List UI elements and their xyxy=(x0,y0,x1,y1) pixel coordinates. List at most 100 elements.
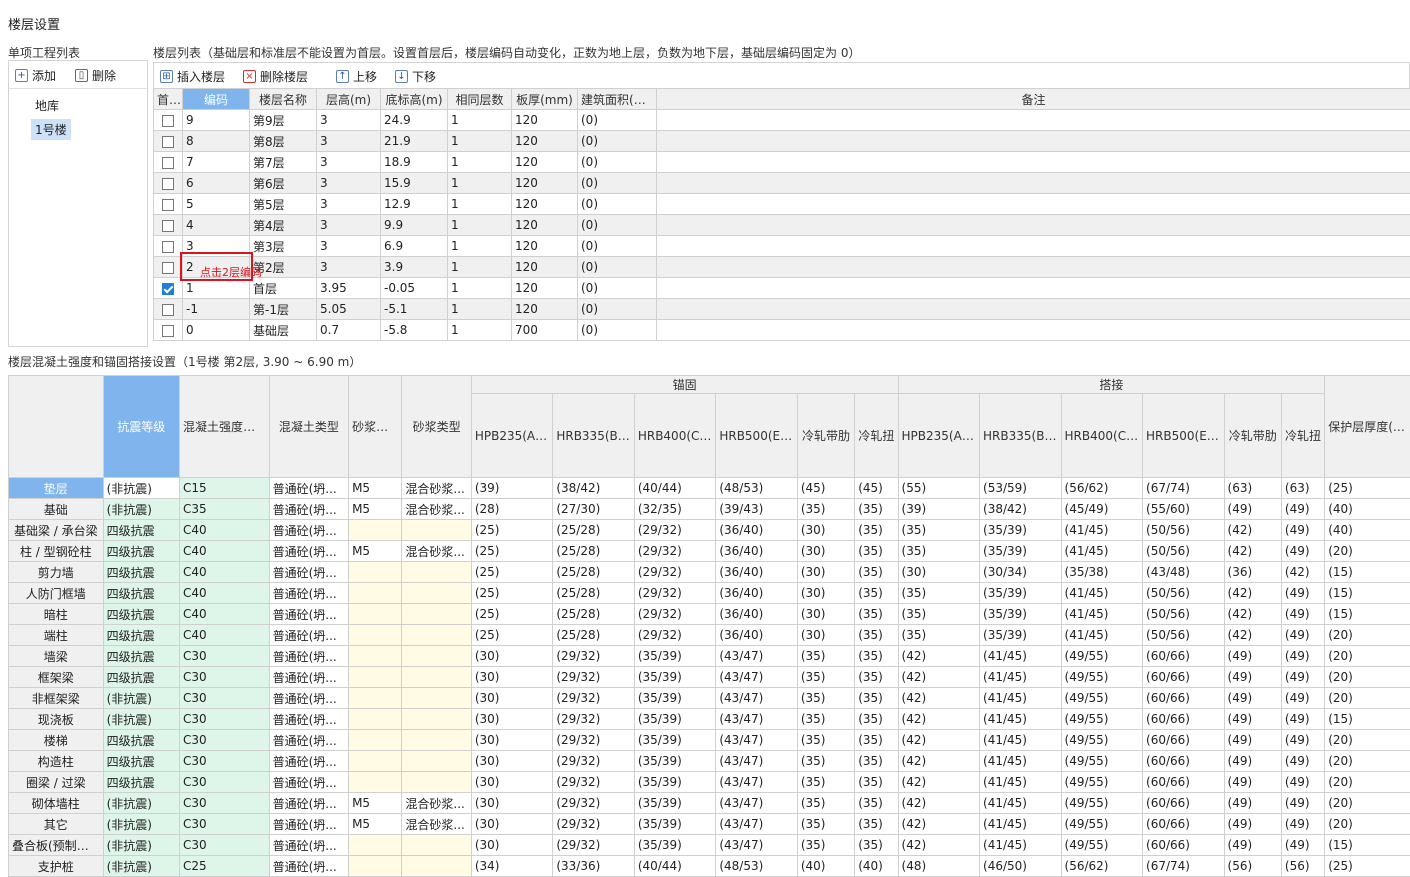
first-floor-checkbox[interactable] xyxy=(162,304,174,316)
col-height[interactable]: 层高(m) xyxy=(317,89,381,110)
lap-cell[interactable]: (49) xyxy=(1224,772,1281,793)
concrete-grade-cell[interactable]: C30 xyxy=(180,772,270,793)
mortar-type-cell[interactable] xyxy=(402,583,471,604)
lap-cell[interactable]: (56) xyxy=(1281,856,1324,877)
lap-cell[interactable]: (49/55) xyxy=(1061,793,1143,814)
lap-cell[interactable]: (49) xyxy=(1281,751,1324,772)
anchor-cell[interactable]: (35/39) xyxy=(634,814,716,835)
lap-cell[interactable]: (49/55) xyxy=(1061,709,1143,730)
seismic-cell[interactable]: 四级抗震 xyxy=(103,646,179,667)
same-count-cell[interactable]: 1 xyxy=(448,152,512,173)
anchor-cell[interactable]: (30) xyxy=(471,814,553,835)
lap-cell[interactable]: (49) xyxy=(1281,793,1324,814)
concrete-type-cell[interactable]: 普通砼(坍... xyxy=(269,751,348,772)
area-cell[interactable]: (0) xyxy=(578,173,657,194)
bottom-elev-cell[interactable]: -0.05 xyxy=(381,278,448,299)
area-cell[interactable]: (0) xyxy=(578,194,657,215)
move-up-button[interactable]: ↑ 上移 xyxy=(336,68,377,85)
mortar-grade-cell[interactable] xyxy=(349,730,402,751)
concrete-type-cell[interactable]: 普通砼(坍... xyxy=(269,562,348,583)
concrete-row[interactable]: 支护桩(非抗震)C25普通砼(坍...(34)(33/36)(40/44)(48… xyxy=(9,856,1410,877)
lap-cell[interactable]: (39) xyxy=(898,499,980,520)
concrete-type-cell[interactable]: 普通砼(坍... xyxy=(269,583,348,604)
height-cell[interactable]: 3 xyxy=(317,110,381,131)
slab-thickness-cell[interactable]: 120 xyxy=(512,152,578,173)
lap-cell[interactable]: (49) xyxy=(1224,793,1281,814)
anchor-cell[interactable]: (35) xyxy=(797,793,854,814)
anchor-cell[interactable]: (35/39) xyxy=(634,730,716,751)
lap-cell[interactable]: (35) xyxy=(898,625,980,646)
lap-cell[interactable]: (50/56) xyxy=(1143,541,1225,562)
lap-cell[interactable]: (49) xyxy=(1224,835,1281,856)
first-floor-checkbox[interactable] xyxy=(162,178,174,190)
bottom-elev-cell[interactable]: 15.9 xyxy=(381,173,448,194)
area-cell[interactable]: (0) xyxy=(578,215,657,236)
lap-cell[interactable]: (35/39) xyxy=(980,541,1062,562)
anchor-cell[interactable]: (35) xyxy=(797,835,854,856)
floor-row[interactable]: 5第5层312.91120(0) xyxy=(154,194,1410,215)
lap-cell[interactable]: (38/42) xyxy=(980,499,1062,520)
lap-cell[interactable]: (49) xyxy=(1281,520,1324,541)
lap-cell[interactable]: (49/55) xyxy=(1061,814,1143,835)
anchor-cell[interactable]: (35) xyxy=(855,772,898,793)
lap-cell[interactable]: (60/66) xyxy=(1143,793,1225,814)
anchor-cell[interactable]: (36/40) xyxy=(716,541,798,562)
area-cell[interactable]: (0) xyxy=(578,236,657,257)
anchor-cell[interactable]: (36/40) xyxy=(716,562,798,583)
lap-cell[interactable]: (49) xyxy=(1224,667,1281,688)
add-project-button[interactable]: + 添加 xyxy=(15,67,56,84)
concrete-type-cell[interactable]: 普通砼(坍... xyxy=(269,730,348,751)
cover-cell[interactable]: (15) xyxy=(1325,604,1410,625)
slab-thickness-cell[interactable]: 120 xyxy=(512,110,578,131)
lap-cell[interactable]: (49) xyxy=(1281,499,1324,520)
cover-cell[interactable]: (20) xyxy=(1325,541,1410,562)
lap-cell[interactable]: (49/55) xyxy=(1061,688,1143,709)
anchor-cell[interactable]: (35/39) xyxy=(634,751,716,772)
anchor-cell[interactable]: (35) xyxy=(855,583,898,604)
anchor-cell[interactable]: (35) xyxy=(855,562,898,583)
anchor-cell[interactable]: (35) xyxy=(855,646,898,667)
anchor-cell[interactable]: (27/30) xyxy=(553,499,635,520)
anchor-cell[interactable]: (30) xyxy=(797,541,854,562)
slab-thickness-cell[interactable]: 120 xyxy=(512,194,578,215)
lap-cell[interactable]: (49) xyxy=(1224,751,1281,772)
anchor-cell[interactable]: (29/32) xyxy=(634,583,716,604)
mortar-grade-cell[interactable] xyxy=(349,604,402,625)
lap-cell[interactable]: (49) xyxy=(1281,541,1324,562)
concrete-row[interactable]: 圈梁 / 过梁四级抗震C30普通砼(坍...(30)(29/32)(35/39)… xyxy=(9,772,1410,793)
concrete-row[interactable]: 叠合板(预制底板)(非抗震)C30普通砼(坍...(30)(29/32)(35/… xyxy=(9,835,1410,856)
code-cell[interactable]: 6 xyxy=(183,173,250,194)
lap-cell[interactable]: (53/59) xyxy=(980,478,1062,499)
concrete-grade-cell[interactable]: C30 xyxy=(180,814,270,835)
bottom-elev-cell[interactable]: 3.9 xyxy=(381,257,448,278)
same-count-cell[interactable]: 1 xyxy=(448,131,512,152)
cover-cell[interactable]: (25) xyxy=(1325,856,1410,877)
lap-cell[interactable]: (41/45) xyxy=(1061,520,1143,541)
seismic-cell[interactable]: (非抗震) xyxy=(103,478,179,499)
floor-name-cell[interactable]: 第-1层 xyxy=(250,299,317,320)
cover-cell[interactable]: (20) xyxy=(1325,730,1410,751)
anchor-cell[interactable]: (43/47) xyxy=(716,772,798,793)
area-cell[interactable]: (0) xyxy=(578,152,657,173)
lap-cell[interactable]: (49) xyxy=(1224,688,1281,709)
remark-cell[interactable] xyxy=(657,299,1410,320)
height-cell[interactable]: 3 xyxy=(317,131,381,152)
bottom-elev-cell[interactable]: -5.8 xyxy=(381,320,448,341)
slab-thickness-cell[interactable]: 700 xyxy=(512,320,578,341)
bottom-elev-cell[interactable]: 9.9 xyxy=(381,215,448,236)
cover-cell[interactable]: (20) xyxy=(1325,667,1410,688)
anchor-cell[interactable]: (43/47) xyxy=(716,751,798,772)
concrete-type-cell[interactable]: 普通砼(坍... xyxy=(269,520,348,541)
remark-cell[interactable] xyxy=(657,131,1410,152)
anchor-col-steel-0[interactable]: HPB235(A)… xyxy=(471,394,553,478)
lap-cell[interactable]: (60/66) xyxy=(1143,814,1225,835)
floor-row[interactable]: 7第7层318.91120(0) xyxy=(154,152,1410,173)
seismic-cell[interactable]: (非抗震) xyxy=(103,709,179,730)
concrete-row[interactable]: 楼梯四级抗震C30普通砼(坍...(30)(29/32)(35/39)(43/4… xyxy=(9,730,1410,751)
lap-cell[interactable]: (60/66) xyxy=(1143,772,1225,793)
concrete-type-cell[interactable]: 普通砼(坍... xyxy=(269,793,348,814)
anchor-cell[interactable]: (35) xyxy=(855,835,898,856)
anchor-cell[interactable]: (29/32) xyxy=(553,751,635,772)
lap-cell[interactable]: (42) xyxy=(898,646,980,667)
mortar-type-cell[interactable] xyxy=(402,856,471,877)
